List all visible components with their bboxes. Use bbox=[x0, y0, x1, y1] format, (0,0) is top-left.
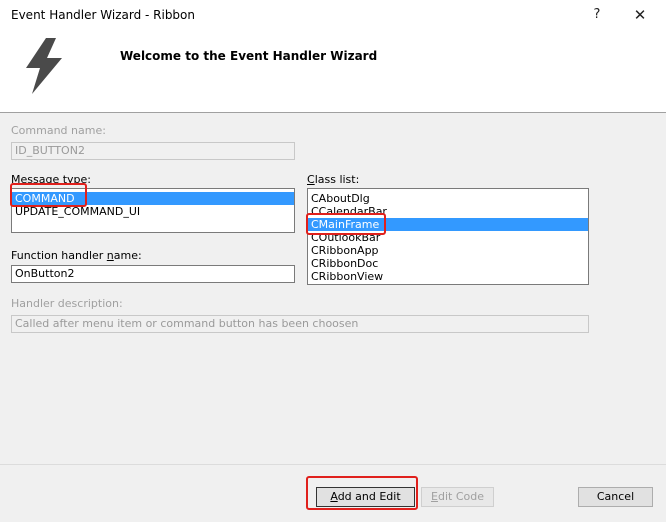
close-button[interactable]: ✕ bbox=[628, 3, 652, 27]
class-item[interactable]: CAboutDlg bbox=[308, 192, 588, 205]
class-listbox[interactable]: CAboutDlg CCalendarBar CMainFrame COutlo… bbox=[307, 188, 589, 285]
class-item[interactable]: CCalendarBar bbox=[308, 205, 588, 218]
wizard-header: Welcome to the Event Handler Wizard bbox=[0, 30, 666, 113]
message-type-label: Message type: bbox=[11, 173, 91, 186]
lightning-bolt-icon bbox=[26, 38, 62, 94]
message-type-item-command[interactable]: COMMAND bbox=[12, 192, 294, 205]
message-type-item-update-command-ui[interactable]: UPDATE_COMMAND_UI bbox=[12, 205, 294, 218]
help-button[interactable]: ? bbox=[586, 4, 608, 26]
cancel-button[interactable]: Cancel bbox=[578, 487, 653, 507]
message-type-listbox[interactable]: COMMAND UPDATE_COMMAND_UI bbox=[11, 188, 295, 233]
handler-description-label: Handler description: bbox=[11, 297, 123, 310]
class-item[interactable]: CRibbonView bbox=[308, 270, 588, 283]
header-title: Welcome to the Event Handler Wizard bbox=[120, 49, 378, 63]
add-and-edit-button[interactable]: Add and Edit bbox=[316, 487, 415, 507]
wizard-content: Command name: ID_BUTTON2 Message type: C… bbox=[0, 113, 666, 464]
class-list-label: Class list: bbox=[307, 173, 360, 186]
function-handler-input[interactable]: OnButton2 bbox=[11, 265, 295, 283]
title-bar: Event Handler Wizard - Ribbon ? ✕ bbox=[0, 0, 666, 30]
wizard-footer: Add and Edit Edit Code Cancel bbox=[0, 464, 666, 522]
command-name-label: Command name: bbox=[11, 124, 106, 137]
class-item[interactable]: CRibbonApp bbox=[308, 244, 588, 257]
handler-description-field: Called after menu item or command button… bbox=[11, 315, 589, 333]
window-title: Event Handler Wizard - Ribbon bbox=[11, 8, 195, 22]
edit-code-button: Edit Code bbox=[421, 487, 494, 507]
class-item-selected[interactable]: CMainFrame bbox=[308, 218, 588, 231]
class-item[interactable]: CRibbonDoc bbox=[308, 257, 588, 270]
class-item[interactable]: COutlookBar bbox=[308, 231, 588, 244]
function-handler-label: Function handler name: bbox=[11, 249, 142, 262]
command-name-field: ID_BUTTON2 bbox=[11, 142, 295, 160]
